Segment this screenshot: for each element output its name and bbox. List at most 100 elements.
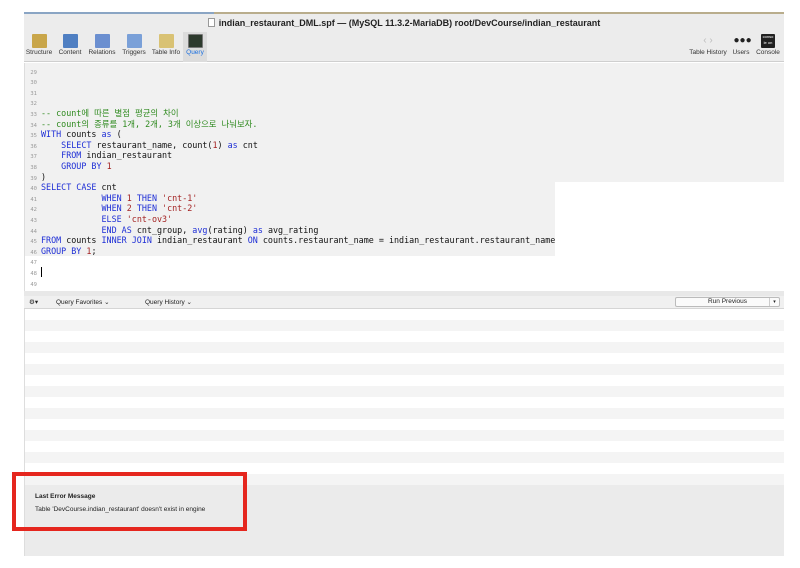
- sql-keyword: GROUP BY: [61, 161, 102, 171]
- text-cursor: [41, 267, 42, 277]
- code-line: 39): [25, 171, 784, 183]
- sql-literal: 'cnt-2': [162, 203, 198, 214]
- title-bar: indian_restaurant_DML.spf — (MySQL 11.3.…: [24, 14, 784, 32]
- sql-text: indian_restaurant: [81, 150, 173, 161]
- sql-keyword: SELECT: [61, 139, 92, 150]
- run-previous-button[interactable]: Run Previous ▾: [675, 297, 780, 307]
- gear-menu-icon[interactable]: ⚙▾: [29, 296, 38, 309]
- sql-text: avg_rating: [262, 224, 319, 235]
- sql-text: counts: [61, 235, 102, 246]
- sql-comment: -- count에 따른 별점 평균의 차이: [41, 108, 179, 118]
- sql-keyword: GROUP BY: [41, 245, 82, 256]
- tab-table-info[interactable]: Table Info: [150, 32, 182, 62]
- tab-triggers[interactable]: Triggers: [119, 32, 149, 62]
- console-button[interactable]: conso le on Console: [753, 32, 783, 62]
- sql-keyword: WHEN: [101, 203, 122, 214]
- result-row: [25, 320, 784, 331]
- back-forward-icon: ‹ ›: [703, 35, 713, 46]
- toolbar: Structure Content Relations Triggers Tab…: [24, 32, 784, 62]
- code-line: 41 WHEN 1 THEN 'cnt-1': [25, 192, 784, 204]
- code-line: 33 -- count에 따른 별점 평균의 차이: [25, 108, 784, 119]
- relations-icon: [94, 34, 110, 48]
- sql-literal: 1: [106, 161, 112, 171]
- tab-label: Query: [186, 49, 204, 56]
- tab-structure[interactable]: Structure: [24, 32, 54, 62]
- run-previous-label: Run Previous: [707, 298, 748, 305]
- sql-text: ;: [91, 245, 97, 256]
- sql-keyword: THEN: [136, 192, 157, 203]
- sql-keyword: THEN: [136, 203, 157, 214]
- result-row: [25, 408, 784, 419]
- info-icon: [158, 34, 174, 48]
- tab-label: Structure: [25, 49, 53, 56]
- users-icon: ●●●: [733, 35, 752, 46]
- table-icon: [62, 34, 78, 48]
- code-line: 44 END AS cnt_group, avg(rating) as avg_…: [25, 224, 784, 236]
- code-line: 45 FROM counts INNER JOIN indian_restaura…: [25, 235, 784, 246]
- sql-keyword: END AS: [101, 224, 132, 235]
- toolbar-label: Table History: [689, 49, 727, 56]
- terminal-icon: [187, 34, 203, 48]
- code-line: 31: [25, 86, 784, 98]
- code-line: 30: [25, 76, 784, 87]
- tab-label: Triggers: [122, 49, 146, 56]
- sql-text: cnt: [237, 139, 258, 150]
- code-line: 42 WHEN 2 THEN 'cnt-2': [25, 203, 784, 214]
- query-history-button[interactable]: Query History ⌄: [145, 296, 192, 309]
- result-row: [25, 309, 784, 320]
- sql-keyword: WITH: [41, 129, 62, 140]
- code-line: 40 SELECT CASE cnt: [25, 182, 784, 193]
- sql-keyword: INNER JOIN: [101, 235, 152, 246]
- sql-keyword: FROM: [41, 235, 62, 246]
- result-row: [25, 375, 784, 386]
- result-row: [25, 441, 784, 452]
- console-icon: conso le on: [761, 34, 775, 48]
- query-favorites-label: Query Favorites: [56, 299, 103, 306]
- table-history-button[interactable]: ‹ › Table History: [686, 32, 730, 62]
- tab-label: Content: [58, 49, 82, 56]
- code-line: 47: [25, 256, 784, 267]
- code-line: 36 SELECT restaurant_name, count(1) as c…: [25, 139, 784, 151]
- result-row: [25, 331, 784, 342]
- query-editor[interactable]: 282930313233-- count에 따른 별점 평균의 차이34-- c…: [24, 63, 784, 291]
- users-button[interactable]: ●●● Users: [731, 32, 752, 62]
- code-line: 35 WITH counts as (: [25, 129, 784, 140]
- chevron-down-icon[interactable]: ▾: [769, 298, 779, 306]
- sql-keyword: as: [252, 224, 263, 235]
- sql-keyword: as: [101, 129, 112, 140]
- sql-text: ): [41, 171, 47, 182]
- code-line: 49: [25, 278, 784, 289]
- code-line: 43 ELSE 'cnt-ov3': [25, 214, 784, 225]
- tab-content[interactable]: Content: [55, 32, 85, 62]
- triggers-icon: [126, 34, 142, 48]
- sql-text: cnt: [96, 182, 117, 193]
- toolbar-label: Console: [756, 49, 780, 56]
- chevron-down-icon: ⌄: [104, 299, 110, 306]
- results-table: [24, 309, 784, 485]
- sql-keyword: SELECT CASE: [41, 182, 97, 193]
- code-line: 29: [25, 65, 784, 77]
- result-row: [25, 386, 784, 397]
- query-bar: ⚙▾ Query Favorites ⌄ Query History ⌄ Run…: [24, 296, 784, 309]
- result-row: [25, 342, 784, 353]
- tab-query[interactable]: Query: [183, 32, 207, 62]
- sql-text: cnt_group,: [131, 224, 193, 235]
- query-favorites-button[interactable]: Query Favorites ⌄: [56, 296, 110, 309]
- line-number: 49: [30, 281, 37, 288]
- sql-text: (: [111, 129, 122, 140]
- sql-literal: 'cnt-1': [162, 192, 198, 203]
- tab-relations[interactable]: Relations: [86, 32, 118, 62]
- chevron-down-icon: ⌄: [186, 299, 192, 306]
- sql-keyword: ELSE: [101, 214, 122, 224]
- result-row: [25, 430, 784, 441]
- query-history-label: Query History: [145, 299, 185, 306]
- sql-text: ): [217, 139, 228, 150]
- sql-text: (rating): [207, 224, 253, 235]
- code-line: 38 GROUP BY 1: [25, 161, 784, 172]
- sql-literal: 'cnt-ov3': [126, 214, 173, 224]
